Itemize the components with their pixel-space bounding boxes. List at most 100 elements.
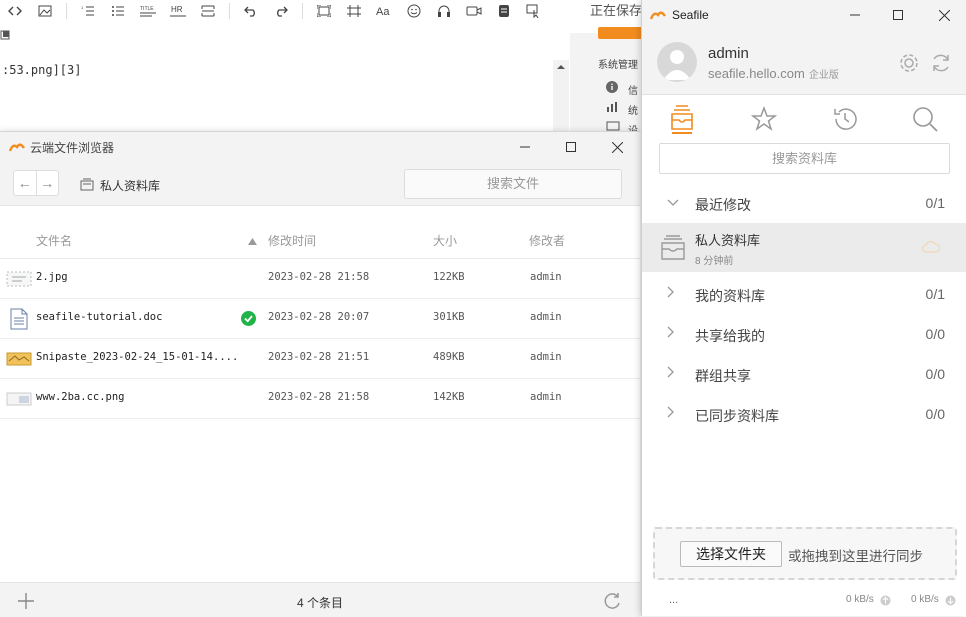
server-address: seafile.hello.com — [708, 66, 805, 81]
note-icon[interactable] — [493, 2, 515, 20]
tab-libraries-icon[interactable] — [667, 104, 697, 134]
file-name: Snipaste_2023-02-24_15-01-14.... — [36, 351, 239, 363]
svg-text:Aa: Aa — [376, 6, 390, 17]
markdown-line: :53.png][3] — [2, 63, 82, 77]
category-label: 最近修改 — [695, 197, 751, 213]
maximize-button[interactable] — [875, 0, 921, 30]
breadcrumb[interactable]: 私人资料库 — [80, 177, 160, 194]
category-my-libraries[interactable]: 我的资料库 0/1 — [642, 274, 966, 314]
category-shared-with-me[interactable]: 共享给我的 0/0 — [642, 314, 966, 354]
emoji-icon[interactable] — [403, 2, 425, 20]
title-icon[interactable]: TITLE — [137, 2, 159, 20]
seafile-logo-icon — [649, 9, 666, 24]
file-mtime: 2023-02-28 20:07 — [268, 311, 370, 323]
editor-body[interactable] — [0, 22, 570, 132]
font-icon[interactable]: Aa — [373, 2, 395, 20]
file-modifier: admin — [530, 351, 562, 363]
choose-folder-button[interactable]: 选择文件夹 — [680, 541, 782, 567]
account-name: admin — [708, 45, 749, 62]
chevron-right-icon — [667, 326, 675, 341]
file-size: 489KB — [433, 351, 465, 363]
file-size: 301KB — [433, 311, 465, 323]
svg-text:1: 1 — [81, 5, 84, 10]
column-mtime[interactable]: 修改时间 — [268, 232, 316, 249]
minimize-button[interactable] — [832, 0, 878, 30]
table-row[interactable]: Snipaste_2023-02-24_15-01-14.... 2023-02… — [0, 339, 640, 379]
sync-icon[interactable] — [930, 52, 952, 77]
admin-item-info[interactable]: 信 — [628, 82, 638, 97]
hr-icon[interactable]: HR — [167, 2, 189, 20]
back-arrow-icon[interactable]: ← — [14, 171, 36, 195]
fullscreen-icon[interactable] — [313, 2, 335, 20]
file-table: 文件名 修改时间 大小 修改者 2.jpg 2023-02-28 21:58 1… — [0, 206, 640, 419]
file-name: seafile-tutorial.doc — [36, 311, 163, 323]
sort-up-icon[interactable] — [248, 234, 257, 248]
category-label: 我的资料库 — [695, 288, 765, 304]
code-icon[interactable] — [4, 2, 26, 20]
avatar[interactable] — [657, 42, 697, 82]
file-size: 142KB — [433, 391, 465, 403]
close-button[interactable] — [921, 0, 966, 30]
account-server: seafile.hello.com 企业版 — [708, 66, 839, 81]
table-row[interactable]: 2.jpg 2023-02-28 21:58 122KB admin — [0, 259, 640, 299]
category-recent[interactable]: 最近修改 0/1 — [642, 183, 966, 223]
refresh-icon[interactable] — [602, 591, 622, 614]
category-count: 0/0 — [925, 326, 945, 342]
category-group-shares[interactable]: 群组共享 0/0 — [642, 354, 966, 394]
image-icon[interactable] — [34, 2, 56, 20]
forward-arrow-icon[interactable]: → — [35, 171, 59, 195]
tab-search-icon[interactable] — [910, 104, 940, 134]
category-synced-libraries[interactable]: 已同步资料库 0/0 — [642, 394, 966, 434]
library-item[interactable]: 私人资料库 8 分钟前 — [642, 223, 966, 272]
toolbar-divider — [66, 3, 67, 19]
category-label: 群组共享 — [695, 368, 751, 384]
video-icon[interactable] — [463, 2, 485, 20]
redo-icon[interactable] — [270, 2, 292, 20]
editor-scrollbar[interactable] — [553, 60, 569, 132]
status-dots: ... — [669, 594, 679, 606]
gear-icon[interactable] — [898, 52, 920, 77]
maximize-button[interactable] — [548, 132, 594, 162]
library-name: 私人资料库 — [695, 233, 761, 248]
search-input[interactable]: 搜索文件 — [404, 169, 622, 199]
download-arrow-icon — [945, 594, 956, 609]
column-modifier[interactable]: 修改者 — [529, 232, 565, 249]
tab-starred-icon[interactable] — [749, 104, 779, 134]
svg-text:TITLE: TITLE — [140, 6, 154, 12]
breadcrumb-label: 私人资料库 — [100, 179, 161, 193]
seafile-client-window: Seafile admin seafile.hello.com 企业版 搜索资料库… — [641, 0, 966, 616]
category-label: 共享给我的 — [695, 328, 765, 344]
seafile-titlebar: Seafile — [642, 0, 966, 30]
unordered-list-icon[interactable] — [107, 2, 129, 20]
cursor-icon[interactable] — [523, 2, 545, 20]
drop-zone[interactable]: 选择文件夹 或拖拽到这里进行同步 — [653, 527, 957, 580]
minimize-button[interactable] — [502, 132, 548, 162]
square-icon — [0, 28, 10, 43]
admin-item-stats[interactable]: 统 — [628, 102, 638, 117]
info-icon[interactable] — [606, 81, 618, 96]
tab-history-icon[interactable] — [830, 104, 860, 134]
account-panel: admin seafile.hello.com 企业版 — [642, 30, 966, 95]
table-row[interactable]: www.2ba.cc.png 2023-02-28 21:58 142KB ad… — [0, 379, 640, 419]
close-button[interactable] — [594, 132, 640, 162]
file-name: www.2ba.cc.png — [36, 391, 125, 403]
column-size[interactable]: 大小 — [433, 232, 457, 249]
headphones-icon[interactable] — [433, 2, 455, 20]
cloud-icon[interactable] — [921, 241, 941, 256]
undo-icon[interactable] — [240, 2, 262, 20]
page-break-icon[interactable] — [197, 2, 219, 20]
library-icon — [80, 178, 94, 194]
category-count: 0/0 — [925, 406, 945, 422]
stats-icon[interactable] — [606, 101, 618, 116]
document-icon — [6, 308, 32, 330]
ordered-list-icon[interactable]: 1 — [77, 2, 99, 20]
category-label: 已同步资料库 — [695, 408, 779, 424]
chevron-right-icon — [667, 286, 675, 301]
file-modifier: admin — [530, 391, 562, 403]
library-search-input[interactable]: 搜索资料库 — [659, 143, 950, 174]
svg-text:HR: HR — [171, 5, 183, 14]
fit-icon[interactable] — [343, 2, 365, 20]
category-count: 0/1 — [925, 195, 945, 211]
table-row[interactable]: seafile-tutorial.doc 2023-02-28 20:07 30… — [0, 299, 640, 339]
column-name[interactable]: 文件名 — [36, 232, 72, 249]
